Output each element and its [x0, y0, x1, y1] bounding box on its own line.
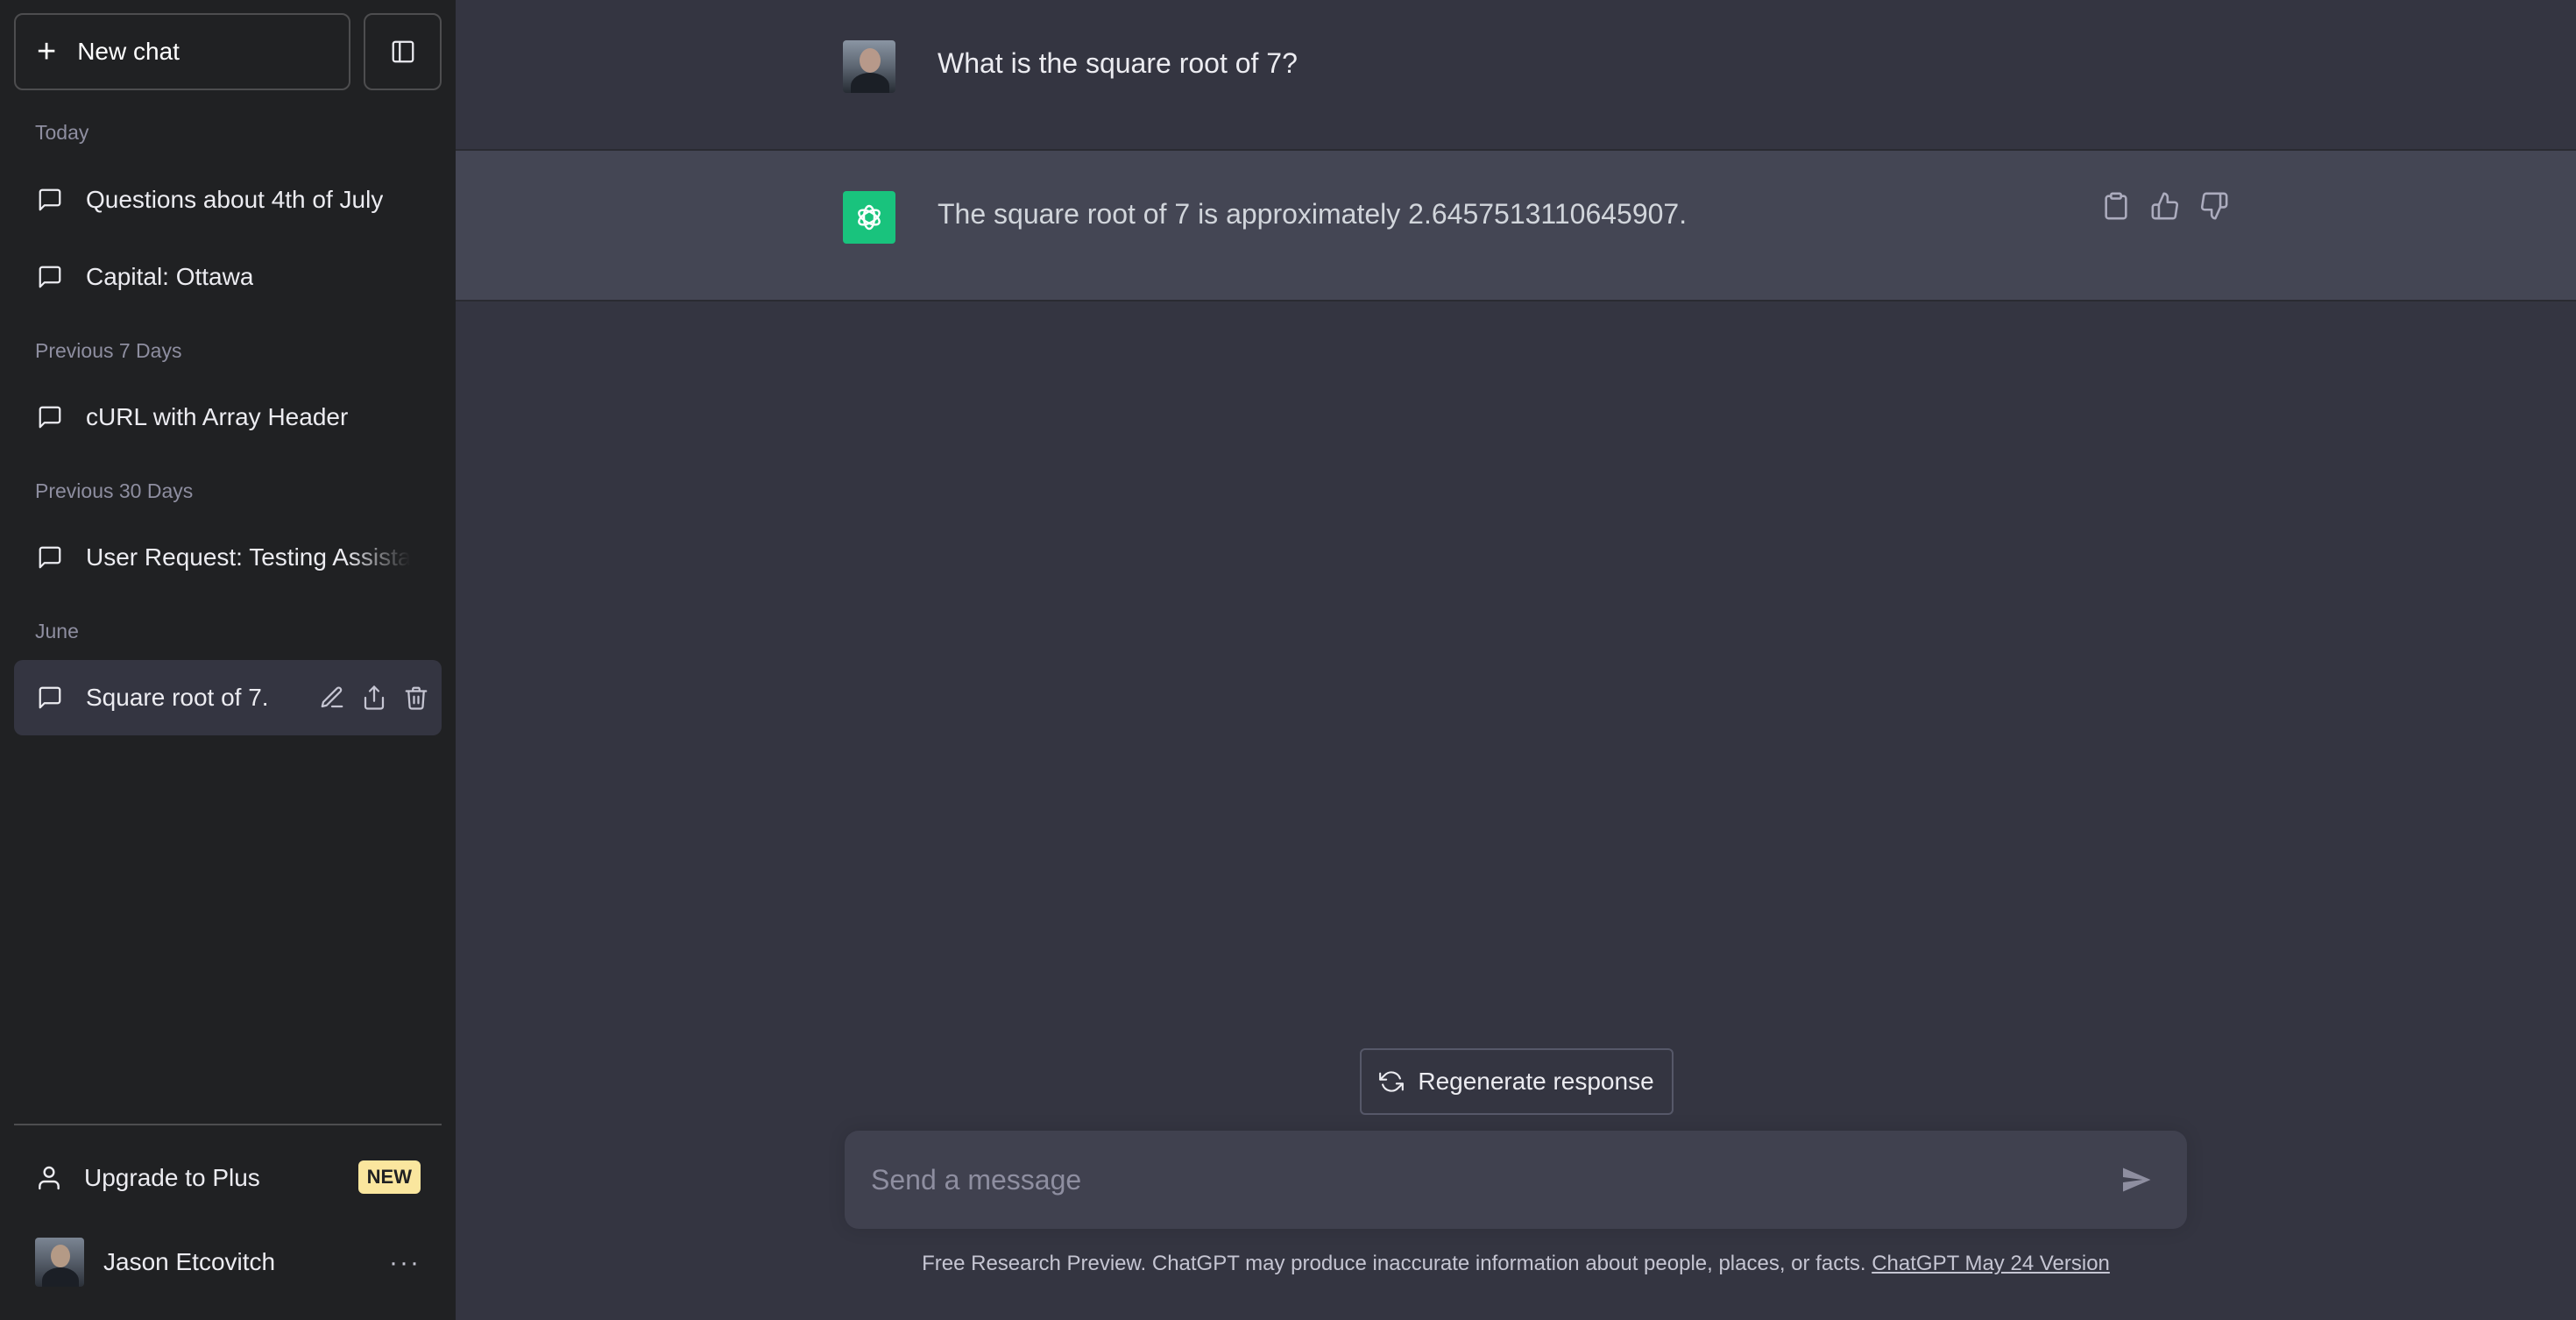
plus-icon: +	[37, 33, 57, 70]
message-input[interactable]	[871, 1131, 2080, 1229]
chat-bubble-icon	[39, 188, 61, 211]
version-link[interactable]: ChatGPT May 24 Version	[1872, 1252, 2110, 1275]
trash-icon[interactable]	[403, 685, 429, 711]
conversation-panel: What is the square root of 7? The square…	[456, 0, 2576, 1320]
chat-item-label: cURL with Array Header	[86, 403, 349, 430]
pencil-icon[interactable]	[319, 685, 345, 711]
section-title-today: Today	[35, 121, 89, 144]
footer-disclaimer: Free Research Preview. ChatGPT may produ…	[456, 1252, 2576, 1276]
upgrade-to-plus-button[interactable]: Upgrade to Plus NEW	[14, 1139, 442, 1217]
new-chat-button[interactable]: + New chat	[14, 13, 350, 90]
app-window: + New chat Today Questions about 4th of …	[0, 0, 2576, 1320]
thumbs-up-icon[interactable]	[2150, 191, 2180, 221]
sidebar-toggle-button[interactable]	[364, 13, 442, 90]
chat-item[interactable]: cURL with Array Header	[14, 380, 442, 455]
section-title-june: June	[35, 620, 79, 642]
message-actions	[2101, 191, 2229, 221]
chat-item-label: Capital: Ottawa	[86, 263, 254, 290]
upgrade-label: Upgrade to Plus	[84, 1164, 260, 1191]
chat-item-label: Questions about 4th of July	[86, 186, 384, 213]
chat-bubble-icon	[39, 686, 61, 709]
user-message-text: What is the square root of 7?	[938, 47, 1298, 79]
chat-bubble-icon	[39, 546, 61, 569]
sidebar-divider	[14, 1124, 442, 1125]
user-menu-button[interactable]: Jason Etcovitch ···	[14, 1222, 442, 1302]
regenerate-response-button[interactable]: Regenerate response	[1360, 1048, 1674, 1115]
footer-text: Free Research Preview. ChatGPT may produ…	[922, 1252, 1872, 1275]
new-badge: NEW	[357, 1160, 421, 1194]
thumbs-down-icon[interactable]	[2199, 191, 2229, 221]
send-icon[interactable]	[2120, 1164, 2152, 1196]
user-icon	[39, 1166, 60, 1190]
chat-item[interactable]: Capital: Ottawa	[14, 239, 442, 315]
chat-item-actions	[319, 660, 429, 735]
assistant-message-text: The square root of 7 is approximately 2.…	[938, 198, 1688, 230]
more-icon[interactable]: ···	[389, 1248, 421, 1278]
chat-item-active[interactable]: Square root of 7.	[14, 660, 442, 735]
chat-item[interactable]: Questions about 4th of July	[14, 162, 442, 238]
clipboard-icon[interactable]	[2101, 191, 2131, 221]
user-message-row: What is the square root of 7?	[456, 0, 2576, 151]
sidebar-toggle-icon	[392, 40, 414, 63]
chat-item[interactable]: User Request: Testing Assistant	[14, 520, 442, 595]
assistant-message-row: The square root of 7 is approximately 2.…	[456, 151, 2576, 302]
section-title-previous-7-days: Previous 7 Days	[35, 339, 182, 362]
section-title-previous-30-days: Previous 30 Days	[35, 479, 194, 502]
refresh-icon	[1379, 1071, 1405, 1092]
user-name: Jason Etcovitch	[103, 1248, 276, 1275]
sidebar: + New chat Today Questions about 4th of …	[0, 0, 456, 1320]
new-chat-label: New chat	[77, 38, 180, 65]
chat-bubble-icon	[39, 266, 61, 288]
user-avatar	[843, 40, 895, 93]
chat-bubble-icon	[39, 406, 61, 429]
message-composer	[845, 1131, 2187, 1229]
chat-item-label: User Request: Testing Assistant	[86, 543, 410, 571]
avatar	[35, 1238, 84, 1287]
regenerate-label: Regenerate response	[1418, 1068, 1654, 1095]
share-icon[interactable]	[361, 685, 387, 711]
chat-item-label: Square root of 7.	[86, 684, 269, 711]
openai-logo-icon	[843, 191, 895, 244]
